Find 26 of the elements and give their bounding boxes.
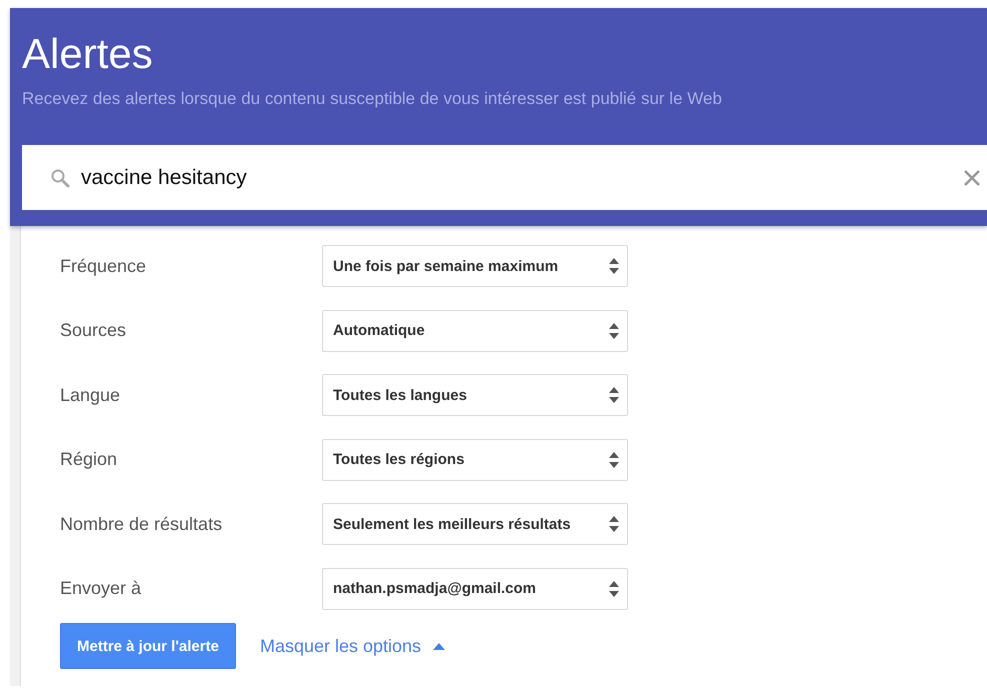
select-dropdown[interactable]: Seulement les meilleurs résultats xyxy=(322,503,628,546)
up-down-arrows-icon xyxy=(609,580,619,597)
close-icon[interactable] xyxy=(963,168,981,186)
up-down-arrows-icon xyxy=(609,258,619,274)
search-input[interactable]: vaccine hesitancy xyxy=(81,166,963,190)
up-down-arrows-icon xyxy=(609,322,619,339)
up-down-arrows-icon xyxy=(609,387,619,404)
option-label: Fréquence xyxy=(60,256,148,277)
page-title: Alertes xyxy=(22,30,153,78)
up-down-arrows-icon xyxy=(609,516,619,532)
hide-options-link[interactable]: Masquer les options xyxy=(260,636,422,656)
select-dropdown[interactable]: Toutes les régions xyxy=(322,438,628,481)
option-label: Sources xyxy=(60,320,128,342)
option-label: Langue xyxy=(60,384,122,406)
select-dropdown[interactable]: Toutes les langues xyxy=(322,374,628,416)
search-field[interactable]: vaccine hesitancy xyxy=(22,145,987,210)
page-subtitle: Recevez des alertes lorsque du contenu susceptible de vous intéresser est publié sur le Web xyxy=(22,88,722,110)
search-icon xyxy=(50,168,70,188)
select-dropdown[interactable]: nathan.psmadja@gmail.com xyxy=(322,568,628,610)
caret-up-icon xyxy=(433,642,446,650)
up-down-arrows-icon xyxy=(609,452,619,468)
select-dropdown[interactable]: Une fois par semaine maximum xyxy=(322,245,628,288)
select-dropdown[interactable]: Automatique xyxy=(322,310,628,352)
option-label: Nombre de résultats xyxy=(60,514,224,535)
option-label: Envoyer à xyxy=(60,578,142,600)
option-label: Région xyxy=(60,449,118,470)
